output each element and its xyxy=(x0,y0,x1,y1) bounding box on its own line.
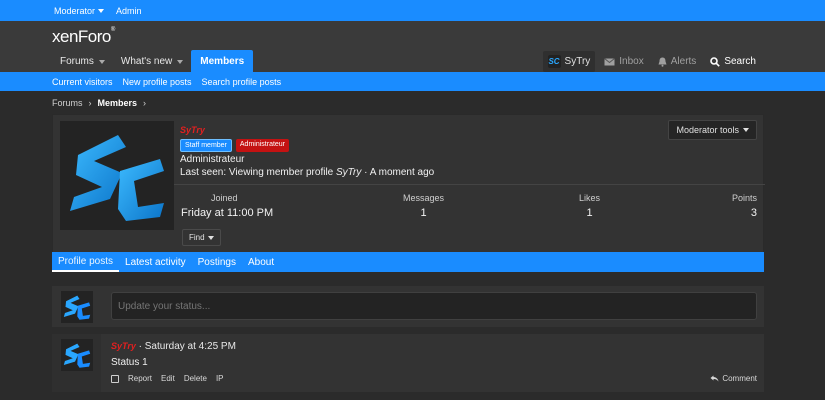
last-seen-prefix: Last seen: Viewing member profile xyxy=(180,167,337,178)
divider xyxy=(174,184,765,185)
avatar[interactable] xyxy=(61,291,93,323)
post-avatar-column xyxy=(52,334,101,392)
chevron-right-icon: › xyxy=(143,98,147,108)
site-logo[interactable]: xenForo® xyxy=(52,27,115,47)
tab-latest-activity[interactable]: Latest activity xyxy=(119,252,192,272)
subnav-current-visitors[interactable]: Current visitors xyxy=(52,77,113,87)
member-user-title: Administrateur xyxy=(180,154,245,165)
nav-tab-whats-new[interactable]: What's new xyxy=(113,51,191,72)
select-checkbox[interactable] xyxy=(111,374,119,383)
stat-label: Likes xyxy=(579,193,601,203)
stat-value: 1 xyxy=(586,207,593,219)
stat-label: Messages xyxy=(403,193,445,203)
sc-logo-icon xyxy=(63,343,91,368)
nav-tab-forums[interactable]: Forums xyxy=(52,51,113,72)
search-label: Search xyxy=(724,56,756,67)
avatar[interactable] xyxy=(60,121,174,230)
chevron-right-icon: › xyxy=(88,98,92,108)
moderator-menu[interactable]: Moderator xyxy=(54,5,105,16)
chevron-down-icon xyxy=(207,235,214,240)
account-menu[interactable]: SC SyTry xyxy=(542,51,596,72)
status-update-box xyxy=(52,286,764,327)
account-username: SyTry xyxy=(564,56,591,67)
member-username[interactable]: SyTry xyxy=(180,125,205,135)
alerts-label: Alerts xyxy=(670,56,697,67)
admin-link[interactable]: Admin xyxy=(116,6,142,16)
moderator-label: Moderator xyxy=(54,5,96,16)
top-staff-bar: Moderator Admin xyxy=(0,0,825,21)
last-seen-target[interactable]: SyTry xyxy=(336,167,361,178)
post-body: Status 1 xyxy=(111,357,148,368)
avatar: SC xyxy=(547,55,561,68)
delete-link[interactable]: Delete xyxy=(184,374,207,383)
tab-postings[interactable]: Postings xyxy=(192,252,242,272)
sub-nav: Current visitors New profile posts Searc… xyxy=(0,72,825,91)
staff-badge: Staff member xyxy=(180,139,232,152)
post-meta: SyTry · Saturday at 4:25 PM xyxy=(111,341,236,352)
report-link[interactable]: Report xyxy=(128,374,152,383)
status-input[interactable] xyxy=(111,292,757,320)
post-author[interactable]: SyTry xyxy=(111,341,136,351)
post-actions: Report Edit Delete IP xyxy=(111,374,224,383)
chevron-down-icon[interactable] xyxy=(177,59,184,64)
admin-badge: Administrateur xyxy=(235,139,290,152)
member-badges: Staff member Administrateur xyxy=(180,139,290,152)
breadcrumb-members[interactable]: Members xyxy=(98,98,138,108)
profile-post: SyTry · Saturday at 4:25 PM Status 1 Rep… xyxy=(52,334,764,392)
profile-tabs: Profile posts Latest activity Postings A… xyxy=(52,252,764,272)
last-seen-time: · A moment ago xyxy=(361,167,435,178)
stat-messages[interactable]: Messages 1 xyxy=(403,193,444,219)
stat-value: 3 xyxy=(750,207,757,219)
stat-points[interactable]: Points 3 xyxy=(732,193,757,219)
logo-text: xenForo xyxy=(52,27,111,46)
avatar[interactable] xyxy=(61,339,93,371)
tab-profile-posts[interactable]: Profile posts xyxy=(52,252,120,272)
moderator-tools-button[interactable]: Moderator tools xyxy=(668,120,757,140)
main-nav: Forums What's new Members xyxy=(52,50,254,72)
sc-logo-icon xyxy=(63,295,91,320)
ip-link[interactable]: IP xyxy=(216,374,224,383)
nav-tab-label: Members xyxy=(200,55,245,67)
comment-label: Comment xyxy=(722,374,757,383)
search-button[interactable]: Search xyxy=(705,51,761,72)
chevron-down-icon[interactable] xyxy=(98,59,105,64)
comment-button[interactable]: Comment xyxy=(710,374,757,383)
post-time[interactable]: · Saturday at 4:25 PM xyxy=(136,341,236,352)
breadcrumb-forums[interactable]: Forums xyxy=(52,98,83,108)
alerts-link[interactable]: Alerts xyxy=(653,51,702,72)
nav-tab-label: What's new xyxy=(120,56,173,67)
logo-mark: ® xyxy=(110,27,115,33)
stat-likes: Likes 1 xyxy=(579,193,600,219)
edit-link[interactable]: Edit xyxy=(161,374,175,383)
bell-icon xyxy=(658,57,667,67)
subnav-search-profile-posts[interactable]: Search profile posts xyxy=(202,77,282,87)
find-label: Find xyxy=(189,233,205,242)
tab-about[interactable]: About xyxy=(242,252,280,272)
chevron-down-icon xyxy=(98,8,105,13)
reply-icon xyxy=(710,375,719,382)
find-button[interactable]: Find xyxy=(182,229,221,246)
breadcrumb: Forums › Members › xyxy=(52,98,146,108)
nav-tab-label: Forums xyxy=(60,56,94,67)
subnav-new-profile-posts[interactable]: New profile posts xyxy=(123,77,192,87)
search-icon xyxy=(710,56,721,67)
member-last-seen: Last seen: Viewing member profile SyTry … xyxy=(180,167,434,178)
member-header: SyTry Staff member Administrateur Admini… xyxy=(52,114,765,253)
stat-value: Friday at 11:00 PM xyxy=(181,207,274,219)
stat-label: Joined xyxy=(211,193,238,203)
chevron-down-icon xyxy=(743,128,749,132)
inbox-label: Inbox xyxy=(619,56,644,67)
inbox-link[interactable]: Inbox xyxy=(599,51,648,72)
envelope-icon xyxy=(604,57,616,65)
stat-value: 1 xyxy=(420,207,427,219)
stat-joined: Joined Friday at 11:00 PM xyxy=(181,193,273,219)
stat-label: Points xyxy=(731,193,757,203)
sc-logo-icon xyxy=(70,135,164,221)
moderator-tools-label: Moderator tools xyxy=(676,125,739,135)
nav-tab-members[interactable]: Members xyxy=(191,50,254,72)
account-nav: SC SyTry Inbox Alerts Search xyxy=(542,51,761,72)
